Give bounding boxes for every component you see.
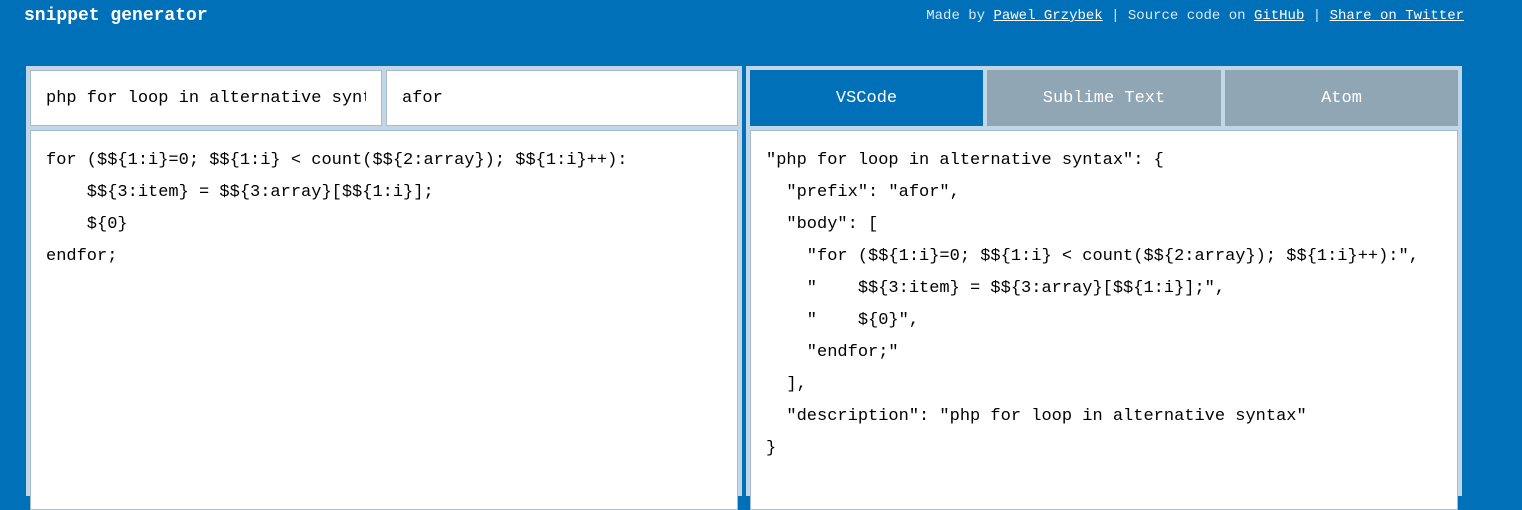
tab-atom[interactable]: Atom [1225,70,1458,126]
description-input[interactable] [30,70,382,126]
header-credits: Made by Pawel Grzybek | Source code on G… [926,7,1464,25]
header: snippet generator Made by Pawel Grzybek … [0,0,1522,32]
separator: | [1312,8,1322,24]
tab-sublime-text[interactable]: Sublime Text [987,70,1221,126]
snippet-output[interactable]: "php for loop in alternative syntax": { … [750,130,1458,510]
made-by-text: Made by [926,8,986,24]
source-code-text: Source code on [1127,8,1246,24]
snippet-editor[interactable]: for ($${1:i}=0; $${1:i} < count($${2:arr… [30,130,738,510]
author-link[interactable]: Pawel Grzybek [993,8,1102,24]
tab-trigger-input[interactable] [386,70,738,126]
snippet-input-panel: for ($${1:i}=0; $${1:i} < count($${2:arr… [26,66,742,510]
tab-vscode[interactable]: VSCode [750,70,983,126]
app-title: snippet generator [24,6,208,26]
snippet-output-panel: VSCode Sublime Text Atom "php for loop i… [746,66,1462,510]
share-twitter-link[interactable]: Share on Twitter [1330,8,1464,24]
github-link[interactable]: GitHub [1254,8,1304,24]
separator: | [1111,8,1120,24]
